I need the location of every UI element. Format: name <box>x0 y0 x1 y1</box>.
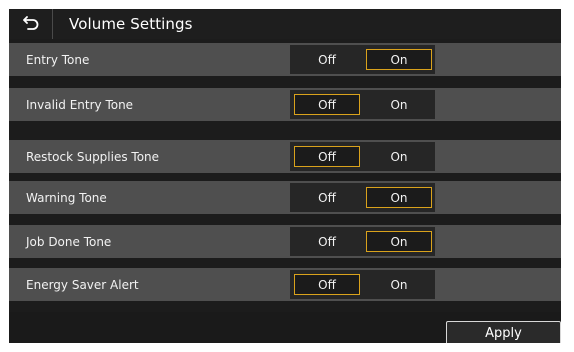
off-option[interactable]: Off <box>294 94 360 115</box>
on-option[interactable]: On <box>366 49 432 70</box>
footer-bar: Apply <box>9 312 561 343</box>
page-title: Volume Settings <box>69 15 193 33</box>
setting-row-invalid-entry-tone: Invalid Entry Tone Off On <box>9 88 561 121</box>
on-off-toggle: Off On <box>290 45 435 74</box>
off-option[interactable]: Off <box>294 274 360 295</box>
header-bar: Volume Settings <box>9 9 561 39</box>
setting-row-restock-supplies-tone: Restock Supplies Tone Off On <box>9 140 561 173</box>
off-option[interactable]: Off <box>294 187 360 208</box>
on-off-toggle: Off On <box>290 183 435 212</box>
setting-row-entry-tone: Entry Tone Off On <box>9 43 561 76</box>
setting-label: Entry Tone <box>26 52 90 67</box>
volume-settings-screen: Volume Settings Entry Tone Off On Invali… <box>9 9 561 343</box>
setting-row-job-done-tone: Job Done Tone Off On <box>9 225 561 258</box>
off-option[interactable]: Off <box>294 146 360 167</box>
setting-label: Invalid Entry Tone <box>26 97 134 112</box>
on-option[interactable]: On <box>366 146 432 167</box>
back-button[interactable] <box>9 9 53 39</box>
on-option[interactable]: On <box>366 94 432 115</box>
on-off-toggle: Off On <box>290 142 435 171</box>
off-option[interactable]: Off <box>294 231 360 252</box>
back-arrow-icon <box>22 15 39 34</box>
setting-row-energy-saver-alert: Energy Saver Alert Off On <box>9 268 561 301</box>
setting-label: Restock Supplies Tone <box>26 149 160 164</box>
setting-label: Warning Tone <box>26 190 107 205</box>
on-option[interactable]: On <box>366 187 432 208</box>
on-option[interactable]: On <box>366 231 432 252</box>
on-off-toggle: Off On <box>290 90 435 119</box>
on-off-toggle: Off On <box>290 270 435 299</box>
off-option[interactable]: Off <box>294 49 360 70</box>
setting-row-warning-tone: Warning Tone Off On <box>9 181 561 214</box>
on-option[interactable]: On <box>366 274 432 295</box>
setting-label: Energy Saver Alert <box>26 277 139 292</box>
on-off-toggle: Off On <box>290 227 435 256</box>
setting-label: Job Done Tone <box>26 234 112 249</box>
apply-button[interactable]: Apply <box>446 321 561 343</box>
